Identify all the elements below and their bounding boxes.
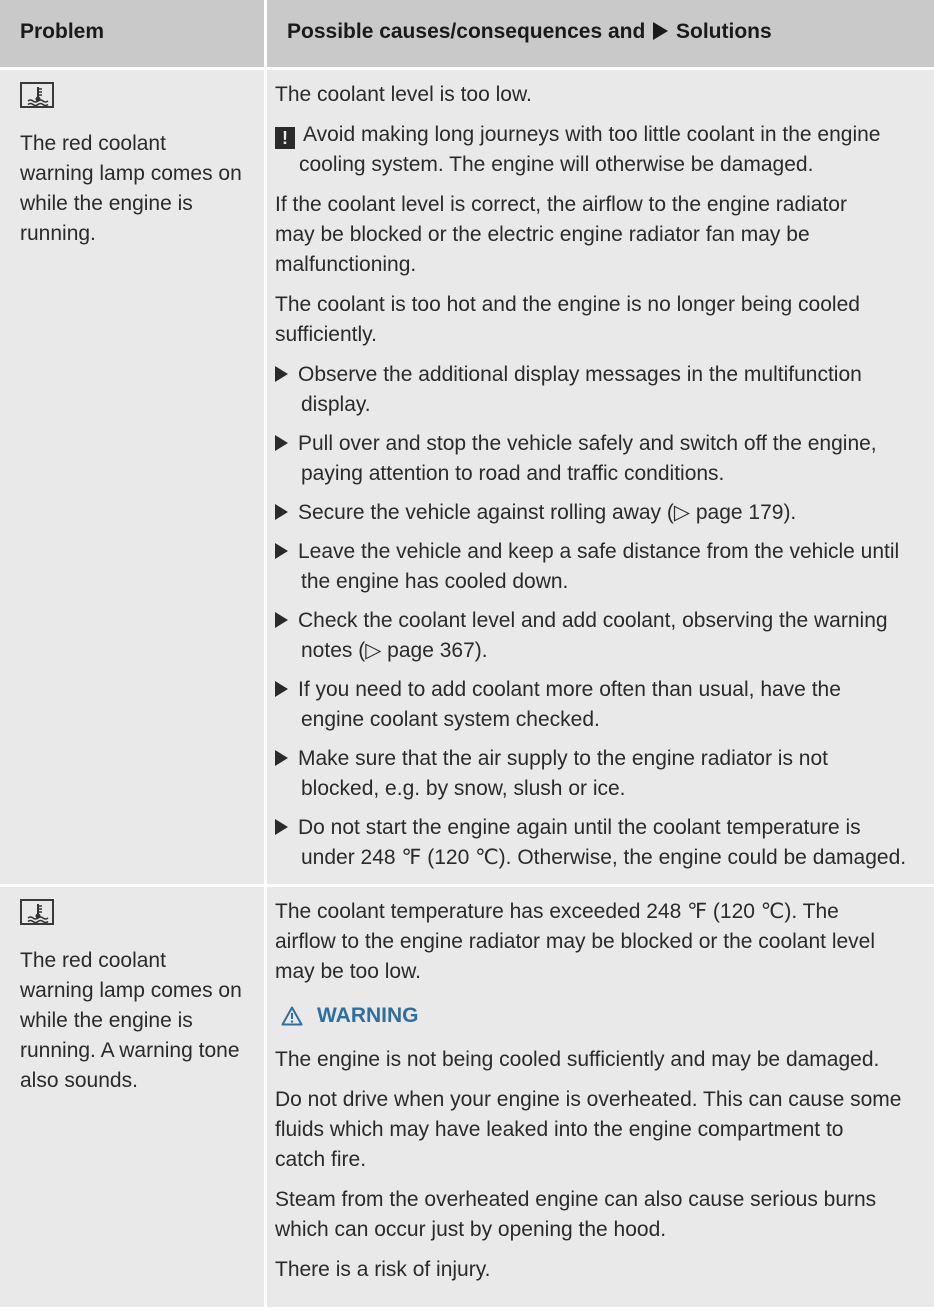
step-text: Secure the vehicle against rolling away …: [298, 501, 797, 524]
text-line: If you need to add coolant more often th…: [275, 675, 934, 705]
text-line: There is a risk of injury.: [275, 1258, 491, 1281]
solutions-cell: The coolant level is too low. ! Avoid mak…: [267, 70, 934, 977]
text-line: blocked, e.g. by snow, slush or ice.: [301, 777, 626, 800]
text-line: the engine has cooled down.: [301, 570, 569, 593]
text-line: under 248 ℉ (120 ℃). Otherwise, the engi…: [301, 846, 907, 869]
text-line: display.: [301, 393, 371, 416]
solution-step: Leave the vehicle and keep a safe distan…: [275, 537, 934, 597]
problem-cell: The red coolant warning lamp comes on wh…: [0, 70, 264, 884]
step-arrow-icon: [275, 504, 288, 520]
cause-text: The coolant is too hot and the engine is…: [275, 290, 934, 350]
text-line: The engine is not being cooled sufficien…: [275, 1048, 880, 1071]
problem-line: The red coolant: [20, 132, 166, 155]
step-text: Do not start the engine again until the …: [298, 816, 861, 839]
problem-line: warning lamp comes on: [20, 979, 242, 1002]
text-line: malfunctioning.: [275, 253, 417, 276]
text-line: The coolant temperature has exceeded 248…: [275, 900, 839, 923]
text-line: Leave the vehicle and keep a safe distan…: [275, 537, 934, 567]
notice-line: cooling system. The engine will otherwis…: [299, 153, 814, 176]
problem-line: while the engine is: [20, 1009, 193, 1032]
text-line: may be too low.: [275, 960, 421, 983]
step-arrow-icon: [275, 612, 288, 628]
warning-heading: WARNING: [281, 1001, 934, 1031]
problem-line: also sounds.: [20, 1069, 138, 1092]
header-solutions-prefix: Possible causes/consequences and: [287, 20, 646, 43]
text-line: airflow to the engine radiator may be bl…: [275, 930, 876, 953]
step-text: Observe the additional display messages …: [298, 363, 862, 386]
solution-step: If you need to add coolant more often th…: [275, 675, 934, 735]
problem-cell: The red coolant warning lamp comes on wh…: [0, 887, 264, 1307]
coolant-temperature-icon: [20, 899, 54, 925]
text-line: Observe the additional display messages …: [275, 360, 934, 390]
table-header-row: Problem Possible causes/consequences and…: [0, 0, 934, 70]
warning-triangle-icon: [281, 1006, 303, 1026]
text-line: Do not start the engine again until the …: [275, 813, 934, 843]
text-line: fluids which may have leaked into the en…: [275, 1118, 844, 1141]
text-line: sufficiently.: [275, 323, 377, 346]
problem-description: The red coolant warning lamp comes on wh…: [20, 946, 264, 1096]
text-line: may be blocked or the electric engine ra…: [275, 223, 810, 246]
problem-line: running. A warning tone: [20, 1039, 240, 1062]
troubleshooting-table: Problem Possible causes/consequences and…: [0, 0, 934, 1310]
solution-step: Make sure that the air supply to the eng…: [275, 744, 934, 804]
step-text: Check the coolant level and add coolant,…: [298, 609, 888, 632]
solution-arrow-icon: [653, 22, 669, 40]
text-line: Steam from the overheated engine can als…: [275, 1188, 877, 1211]
cause-text: If the coolant level is correct, the air…: [275, 190, 934, 280]
text-line: notes (▷ page 367).: [301, 639, 488, 662]
step-text: Make sure that the air supply to the eng…: [298, 747, 828, 770]
notice-line: Avoid making long journeys with too litt…: [303, 123, 881, 146]
text-line: The coolant is too hot and the engine is…: [275, 293, 860, 316]
warning-text: There is a risk of injury.: [275, 1255, 934, 1285]
solution-step: Check the coolant level and add coolant,…: [275, 606, 934, 666]
text-line: Do not drive when your engine is overhea…: [275, 1088, 902, 1111]
problem-line: warning lamp comes on: [20, 162, 242, 185]
warning-label: WARNING: [317, 1004, 419, 1027]
solution-step: Observe the additional display messages …: [275, 360, 934, 420]
step-text: Pull over and stop the vehicle safely an…: [298, 432, 877, 455]
header-solutions: Possible causes/consequences and Solutio…: [267, 0, 934, 67]
text-line: Secure the vehicle against rolling away …: [275, 498, 934, 528]
solution-step: Secure the vehicle against rolling away …: [275, 498, 934, 528]
text-line: The coolant level is too low.: [275, 83, 532, 106]
step-arrow-icon: [275, 543, 288, 559]
text-line: engine coolant system checked.: [301, 708, 600, 731]
solution-step: Do not start the engine again until the …: [275, 813, 934, 873]
step-arrow-icon: [275, 819, 288, 835]
text-line: ! Avoid making long journeys with too lit…: [275, 120, 934, 150]
problem-line: while the engine is: [20, 192, 193, 215]
table-row: The red coolant warning lamp comes on wh…: [0, 70, 934, 977]
text-line: Pull over and stop the vehicle safely an…: [275, 429, 934, 459]
text-line: paying attention to road and traffic con…: [301, 462, 725, 485]
step-arrow-icon: [275, 366, 288, 382]
step-text: If you need to add coolant more often th…: [298, 678, 841, 701]
step-arrow-icon: [275, 435, 288, 451]
header-problem: Problem: [0, 0, 264, 67]
table-row: The red coolant warning lamp comes on wh…: [0, 887, 934, 1310]
coolant-temperature-icon: [20, 82, 54, 108]
problem-line: running.: [20, 222, 96, 245]
cause-text: The coolant level is too low.: [275, 80, 934, 110]
step-text: Leave the vehicle and keep a safe distan…: [298, 540, 900, 563]
text-line: which can occur just by opening the hood…: [275, 1218, 667, 1241]
cause-text: The coolant temperature has exceeded 248…: [275, 897, 934, 987]
step-arrow-icon: [275, 750, 288, 766]
header-solutions-suffix: Solutions: [676, 20, 772, 43]
problem-description: The red coolant warning lamp comes on wh…: [20, 129, 264, 249]
text-line: If the coolant level is correct, the air…: [275, 193, 847, 216]
problem-line: The red coolant: [20, 949, 166, 972]
solution-step: Pull over and stop the vehicle safely an…: [275, 429, 934, 489]
text-line: Check the coolant level and add coolant,…: [275, 606, 934, 636]
damage-notice: ! Avoid making long journeys with too lit…: [275, 120, 934, 180]
text-line: catch fire.: [275, 1148, 367, 1171]
notice-icon: !: [275, 127, 295, 149]
warning-text: Do not drive when your engine is overhea…: [275, 1085, 934, 1175]
step-arrow-icon: [275, 681, 288, 697]
warning-text: Steam from the overheated engine can als…: [275, 1185, 934, 1245]
text-line: Make sure that the air supply to the eng…: [275, 744, 934, 774]
solutions-cell: The coolant temperature has exceeded 248…: [267, 887, 934, 1307]
warning-text: The engine is not being cooled sufficien…: [275, 1045, 934, 1075]
